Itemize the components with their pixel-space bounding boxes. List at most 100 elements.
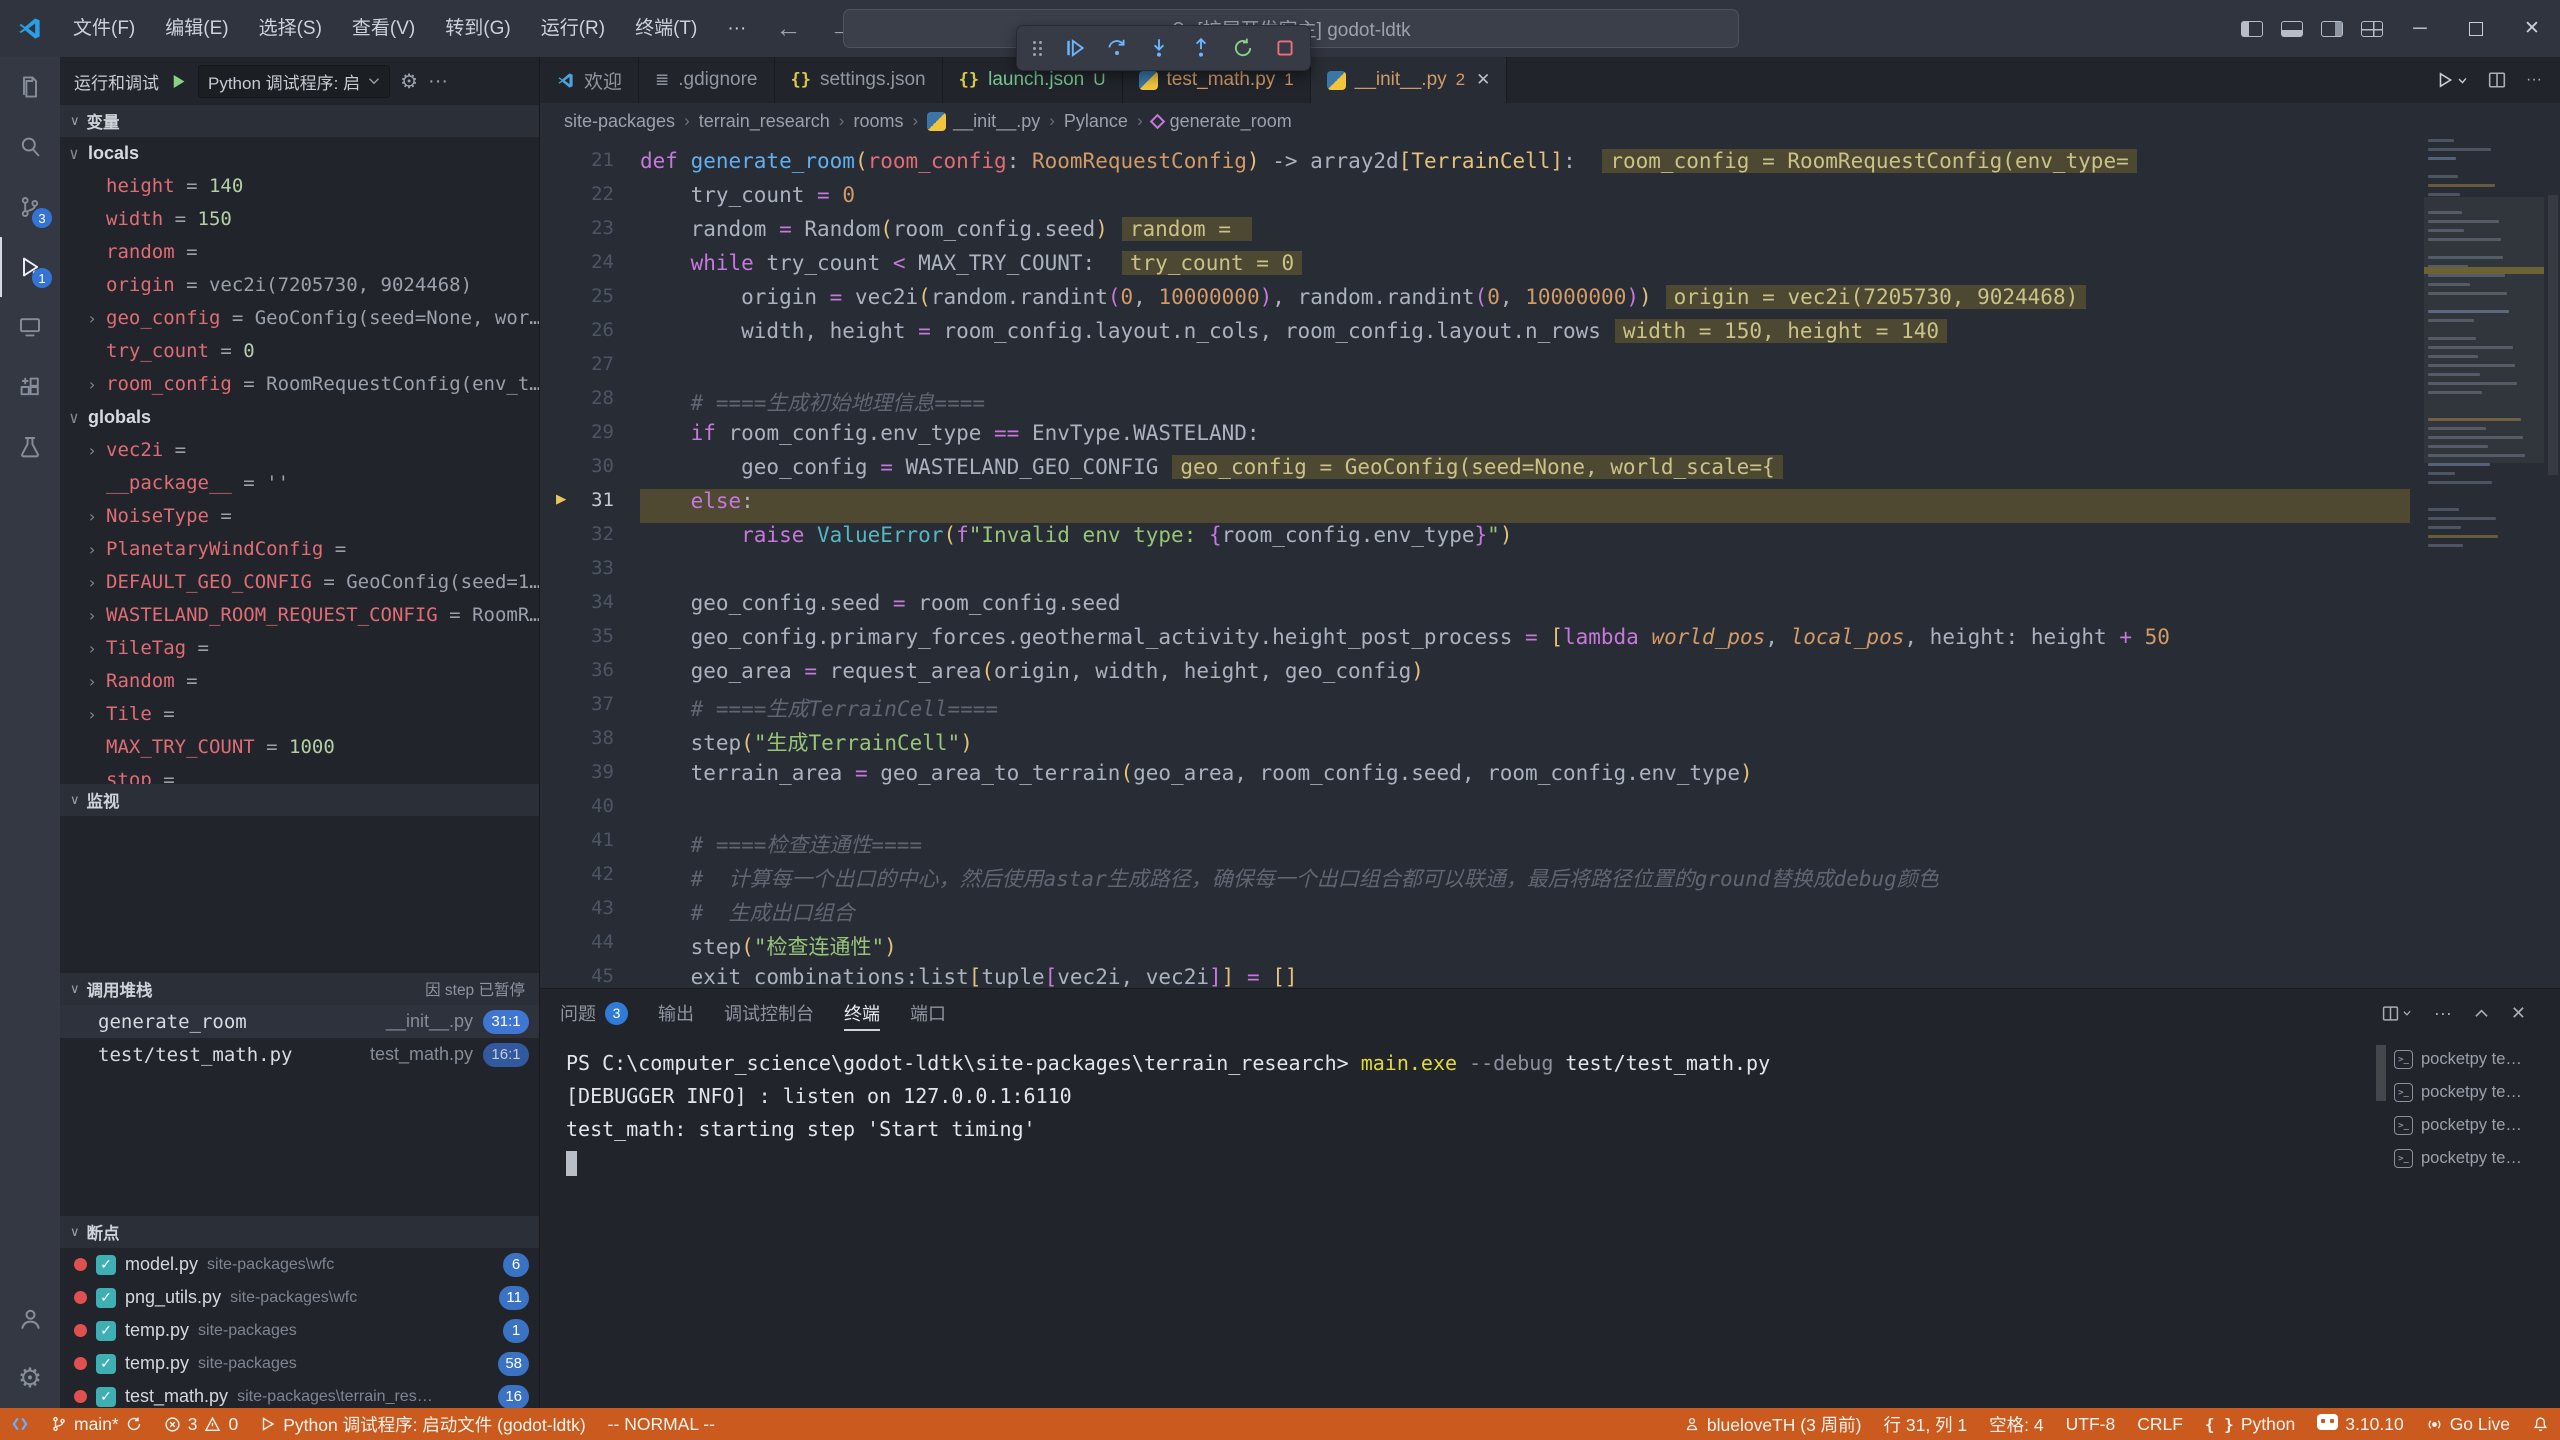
breakpoint-checkbox[interactable]: ✓ — [96, 1354, 116, 1374]
variable-row[interactable]: ›PlanetaryWindConfig = — [60, 533, 539, 566]
editor-scrollbar[interactable] — [2546, 139, 2560, 988]
statusbar-eol[interactable]: CRLF — [2126, 1408, 2194, 1440]
breakpoint-checkbox[interactable]: ✓ — [96, 1288, 116, 1308]
call-stack-section-header[interactable]: ∨调用堆栈 因 step 已暂停 — [60, 973, 539, 1005]
variable-row[interactable]: ›geo_config = GeoConfig(seed=None, wor… — [60, 302, 539, 335]
statusbar-interpreter[interactable]: 3.10.10 — [2306, 1408, 2414, 1440]
variable-row[interactable]: ›Tile = — [60, 698, 539, 731]
menu-item[interactable]: 终端(T) — [620, 0, 712, 57]
close-panel-button[interactable]: ✕ — [2511, 1003, 2526, 1024]
maximize-button[interactable] — [2448, 0, 2504, 57]
breadcrumb-item[interactable]: __init__.py — [927, 111, 1040, 132]
statusbar-git-blame[interactable]: blueloveTH (3 周前) — [1673, 1408, 1873, 1440]
activity-explorer[interactable] — [0, 57, 60, 117]
variable-row[interactable]: origin = vec2i(7205730, 9024468) — [60, 269, 539, 302]
statusbar-git-branch[interactable]: main* — [40, 1408, 153, 1440]
more-actions-icon[interactable]: ··· — [428, 70, 448, 93]
close-window-button[interactable]: ✕ — [2504, 0, 2560, 57]
variables-section-header[interactable]: ∨变量 — [60, 105, 539, 137]
continue-button[interactable] — [1064, 37, 1086, 59]
stack-frame[interactable]: test/test_math.pytest_math.py16:1 — [60, 1038, 539, 1071]
nav-back-button[interactable]: ← — [761, 13, 815, 44]
stack-frame[interactable]: generate_room__init__.py31:1 — [60, 1005, 539, 1038]
variable-row[interactable]: MAX_TRY_COUNT = 1000 — [60, 731, 539, 764]
variable-row[interactable]: ›WASTELAND_ROOM_REQUEST_CONFIG = RoomR… — [60, 599, 539, 632]
step-over-button[interactable] — [1106, 37, 1128, 59]
statusbar-vim-mode[interactable]: -- NORMAL -- — [597, 1408, 726, 1440]
activity-source-control[interactable]: 3 — [0, 177, 60, 237]
stop-button[interactable] — [1274, 37, 1296, 59]
panel-tab-端口[interactable]: 端口 — [910, 989, 946, 1037]
menu-item[interactable]: ··· — [712, 0, 761, 57]
breadcrumb-item[interactable]: terrain_research — [699, 111, 830, 132]
debug-config-dropdown[interactable]: Python 调试程序: 启 — [198, 65, 390, 98]
restart-button[interactable] — [1232, 37, 1254, 59]
panel-tab-问题[interactable]: 问题3 — [560, 989, 628, 1037]
breakpoints-section-header[interactable]: ∨断点 — [60, 1216, 539, 1248]
run-python-file-button[interactable] — [2436, 71, 2468, 89]
variable-group[interactable]: ∨locals — [60, 137, 539, 170]
call-stack-list[interactable]: generate_room__init__.py31:1test/test_ma… — [60, 1005, 539, 1216]
activity-accounts[interactable] — [0, 1288, 60, 1348]
watch-section-header[interactable]: ∨监视 — [60, 784, 539, 816]
terminal-list-item[interactable]: >_pocketpy te… — [2388, 1142, 2560, 1175]
breakpoint-checkbox[interactable]: ✓ — [96, 1255, 116, 1275]
minimize-button[interactable]: ─ — [2392, 0, 2448, 57]
variable-row[interactable]: ›room_config = RoomRequestConfig(env_t… — [60, 368, 539, 401]
close-icon[interactable]: ✕ — [1476, 70, 1490, 90]
panel-more-actions-button[interactable]: ··· — [2434, 1003, 2452, 1024]
menu-item[interactable]: 查看(V) — [337, 0, 430, 57]
panel-tab-终端[interactable]: 终端 — [844, 989, 880, 1037]
activity-testing[interactable] — [0, 417, 60, 477]
toggle-primary-sidebar-button[interactable] — [2232, 0, 2272, 57]
terminal-split-button[interactable] — [2382, 1005, 2412, 1022]
statusbar-notifications[interactable] — [2521, 1408, 2560, 1440]
split-editor-button[interactable] — [2488, 71, 2506, 89]
menu-item[interactable]: 转到(G) — [430, 0, 525, 57]
terminal-instance-list[interactable]: >_pocketpy te…>_pocketpy te…>_pocketpy t… — [2388, 1037, 2560, 1408]
breakpoint-checkbox[interactable]: ✓ — [96, 1387, 116, 1407]
editor-more-actions-button[interactable]: ··· — [2526, 71, 2542, 89]
variable-row[interactable]: height = 140 — [60, 170, 539, 203]
variable-row[interactable]: ›Random = — [60, 665, 539, 698]
activity-manage-gear[interactable]: ⚙ — [0, 1348, 60, 1408]
terminal-list-item[interactable]: >_pocketpy te… — [2388, 1076, 2560, 1109]
toggle-secondary-sidebar-button[interactable] — [2312, 0, 2352, 57]
gear-icon[interactable]: ⚙ — [400, 69, 418, 94]
statusbar-indentation[interactable]: 空格: 4 — [1978, 1408, 2054, 1440]
variable-group[interactable]: ∨globals — [60, 401, 539, 434]
statusbar-cursor-position[interactable]: 行 31, 列 1 — [1873, 1408, 1979, 1440]
terminal-list-item[interactable]: >_pocketpy te… — [2388, 1043, 2560, 1076]
step-out-button[interactable] — [1190, 37, 1212, 59]
menu-item[interactable]: 编辑(E) — [150, 0, 243, 57]
tab-.gdignore[interactable]: ≣.gdignore — [639, 57, 774, 103]
tab-欢迎[interactable]: 欢迎 — [540, 57, 639, 103]
statusbar-debug-config[interactable]: Python 调试程序: 启动文件 (godot-ldtk) — [249, 1408, 596, 1440]
breadcrumb-item[interactable]: generate_room — [1152, 111, 1292, 132]
step-into-button[interactable] — [1148, 37, 1170, 59]
panel-tab-输出[interactable]: 输出 — [658, 989, 694, 1037]
terminal-scrollbar[interactable] — [2374, 1037, 2388, 1408]
terminal-list-item[interactable]: >_pocketpy te… — [2388, 1109, 2560, 1142]
watch-list[interactable] — [60, 816, 539, 973]
variable-row[interactable]: random = — [60, 236, 539, 269]
breakpoint-row[interactable]: ✓test_math.pysite-packages\terrain_res…1… — [60, 1380, 539, 1408]
activity-remote-explorer[interactable] — [0, 297, 60, 357]
variable-row[interactable]: stop = — [60, 764, 539, 784]
variable-row[interactable]: width = 150 — [60, 203, 539, 236]
breakpoint-row[interactable]: ✓temp.pysite-packages58 — [60, 1347, 539, 1380]
breadcrumb-item[interactable]: rooms — [853, 111, 903, 132]
code-editor[interactable]: 2021def generate_room(room_config: RoomR… — [540, 139, 2560, 988]
breakpoint-row[interactable]: ✓model.pysite-packages\wfc6 — [60, 1248, 539, 1281]
statusbar-problems[interactable]: 30 — [153, 1408, 249, 1440]
variable-row[interactable]: __package__ = '' — [60, 467, 539, 500]
breadcrumb-item[interactable]: site-packages — [564, 111, 675, 132]
menu-item[interactable]: 运行(R) — [526, 0, 620, 57]
variable-row[interactable]: try_count = 0 — [60, 335, 539, 368]
variable-row[interactable]: ›TileTag = — [60, 632, 539, 665]
drag-handle-icon[interactable] — [1033, 41, 1036, 44]
maximize-panel-button[interactable] — [2474, 1006, 2489, 1021]
customize-layout-button[interactable] — [2352, 0, 2392, 57]
panel-tab-调试控制台[interactable]: 调试控制台 — [724, 989, 814, 1037]
breadcrumb-item[interactable]: Pylance — [1064, 111, 1128, 132]
